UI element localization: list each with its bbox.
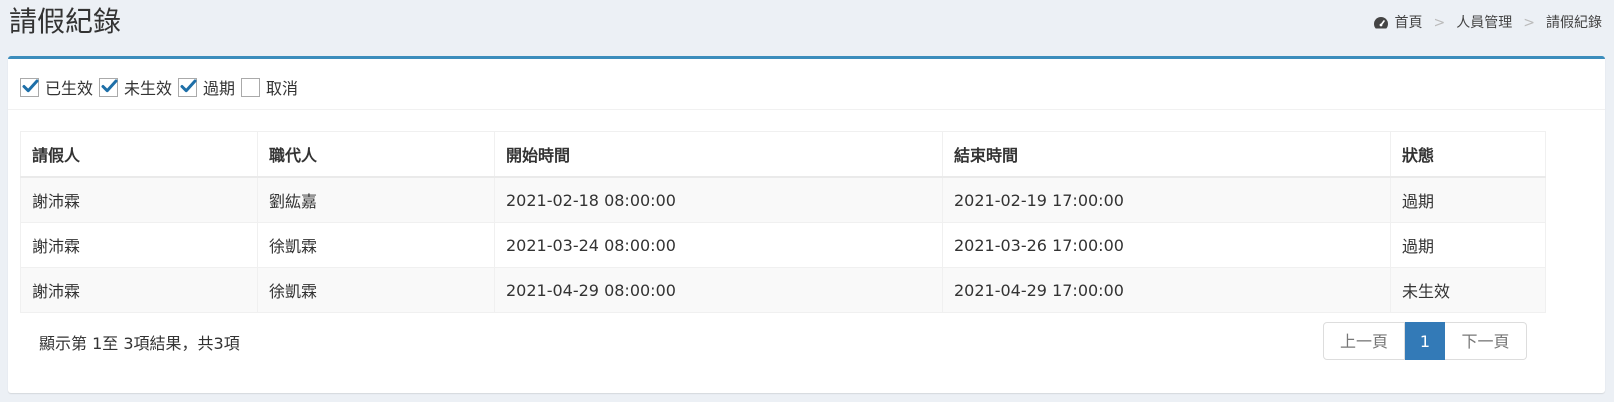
leave-records-box: 已生效 未生效 過期 取消 請假人 職代人 開始時間 結束時間 狀態 謝沛霖 劉… — [8, 56, 1605, 393]
checkbox-cancelled[interactable] — [241, 77, 261, 97]
column-header-start-time[interactable]: 開始時間 — [494, 131, 943, 178]
filter-pending[interactable]: 未生效 — [99, 75, 172, 99]
column-header-end-time[interactable]: 結束時間 — [942, 131, 1391, 178]
column-header-applicant[interactable]: 請假人 — [20, 131, 258, 178]
cell-applicant: 謝沛霖 — [20, 267, 258, 313]
column-header-deputy[interactable]: 職代人 — [257, 131, 495, 178]
column-header-status[interactable]: 狀態 — [1390, 131, 1546, 178]
cell-end-time: 2021-04-29 17:00:00 — [942, 267, 1391, 313]
pagination: 上一頁 1 下一頁 — [1323, 322, 1527, 360]
breadcrumb-current: 請假紀錄 — [1546, 15, 1602, 31]
cell-status: 過期 — [1390, 222, 1546, 268]
table-row[interactable]: 謝沛霖 劉紘嘉 2021-02-18 08:00:00 2021-02-19 1… — [20, 176, 1546, 223]
filter-label: 已生效 — [45, 79, 94, 98]
filter-expired[interactable]: 過期 — [178, 75, 235, 99]
cell-end-time: 2021-02-19 17:00:00 — [942, 176, 1391, 223]
next-page-button[interactable]: 下一頁 — [1445, 322, 1527, 360]
breadcrumb: 首頁 > 人員管理 > 請假紀錄 — [1373, 13, 1602, 33]
check-icon — [22, 79, 39, 92]
cell-status: 過期 — [1390, 176, 1546, 223]
breadcrumb-separator: > — [1523, 15, 1535, 31]
breadcrumb-separator: > — [1433, 15, 1446, 31]
cell-start-time: 2021-02-18 08:00:00 — [494, 176, 943, 223]
cell-end-time: 2021-03-26 17:00:00 — [942, 222, 1391, 268]
breadcrumb-personnel[interactable]: 人員管理 — [1456, 13, 1512, 33]
cell-deputy: 徐凱霖 — [257, 222, 495, 268]
content-header: 請假紀錄 首頁 > 人員管理 > 請假紀錄 — [0, 0, 1614, 56]
checkbox-expired[interactable] — [178, 77, 198, 97]
status-filters: 已生效 未生效 過期 取消 — [20, 73, 304, 101]
cell-start-time: 2021-03-24 08:00:00 — [494, 222, 943, 268]
cell-deputy: 劉紘嘉 — [257, 176, 495, 223]
page-1-button[interactable]: 1 — [1405, 322, 1445, 360]
check-icon — [180, 79, 197, 92]
filter-active[interactable]: 已生效 — [20, 75, 93, 99]
checkbox-pending[interactable] — [99, 77, 119, 97]
dashboard-icon — [1373, 15, 1389, 31]
cell-deputy: 徐凱霖 — [257, 267, 495, 313]
filter-label: 過期 — [203, 79, 236, 98]
filter-label: 取消 — [266, 79, 299, 98]
cell-applicant: 謝沛霖 — [20, 222, 258, 268]
prev-page-button[interactable]: 上一頁 — [1323, 322, 1405, 360]
table-info: 顯示第 1至 3項結果，共3項 — [39, 334, 240, 353]
cell-start-time: 2021-04-29 08:00:00 — [494, 267, 943, 313]
leave-table: 請假人 職代人 開始時間 結束時間 狀態 謝沛霖 劉紘嘉 2021-02-18 … — [20, 131, 1546, 313]
table-row[interactable]: 謝沛霖 徐凱霖 2021-03-24 08:00:00 2021-03-26 1… — [20, 222, 1546, 268]
table-header-row: 請假人 職代人 開始時間 結束時間 狀態 — [20, 131, 1546, 178]
page-title: 請假紀錄 — [9, 5, 122, 38]
filter-label: 未生效 — [124, 79, 173, 98]
checkbox-active[interactable] — [20, 77, 39, 97]
cell-applicant: 謝沛霖 — [20, 176, 258, 223]
table-row[interactable]: 謝沛霖 徐凱霖 2021-04-29 08:00:00 2021-04-29 1… — [20, 267, 1546, 313]
check-icon — [101, 79, 118, 92]
breadcrumb-home[interactable]: 首頁 — [1395, 13, 1423, 33]
filter-cancelled[interactable]: 取消 — [241, 75, 298, 99]
cell-status: 未生效 — [1390, 267, 1546, 313]
divider — [8, 109, 1605, 110]
